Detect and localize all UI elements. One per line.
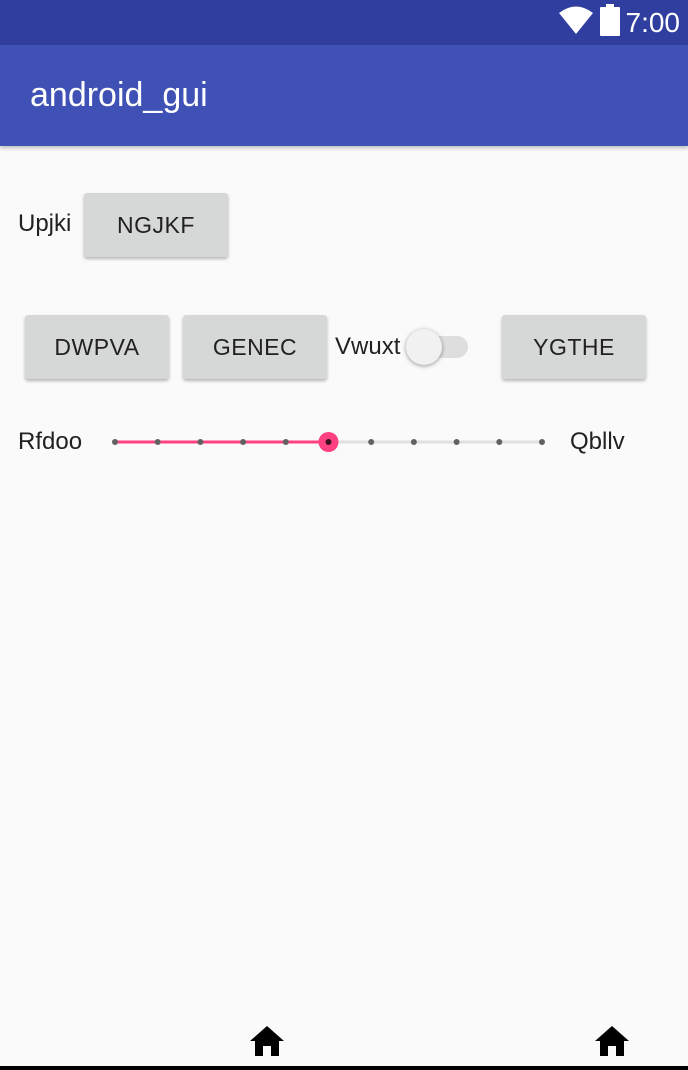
- seekbar-tick: [197, 439, 204, 445]
- seekbar-tick: [539, 439, 545, 445]
- genec-button[interactable]: GENEC: [183, 315, 327, 379]
- home-icon[interactable]: [594, 1025, 630, 1062]
- upjki-label: Upjki: [18, 210, 72, 237]
- seekbar-tick: [282, 439, 289, 445]
- battery-icon: [599, 4, 620, 41]
- status-bar: 7:00: [0, 0, 688, 45]
- discrete-seekbar[interactable]: [100, 422, 560, 462]
- seekbar-tick: [453, 439, 460, 445]
- vwuxt-switch-label: Vwuxt: [335, 333, 401, 360]
- app-bar: android_gui: [0, 45, 688, 146]
- dwpva-button[interactable]: DWPVA: [25, 315, 169, 379]
- seekbar-tick: [410, 439, 417, 445]
- seekbar-thumb-tick: [325, 439, 332, 445]
- seekbar-tick: [154, 439, 161, 445]
- rfdoo-label: Rfdoo: [18, 428, 83, 455]
- switch-thumb[interactable]: [406, 329, 442, 365]
- app-title: android_gui: [30, 76, 208, 114]
- seekbar-tick: [112, 439, 118, 445]
- seekbar-tick: [496, 439, 503, 445]
- ngjkf-button[interactable]: NGJKF: [84, 193, 228, 257]
- qbllv-label: Qbllv: [570, 428, 625, 455]
- status-icons: 7:00: [558, 0, 681, 45]
- status-time: 7:00: [625, 6, 681, 38]
- home-icon[interactable]: [249, 1025, 285, 1062]
- seekbar-tick: [240, 439, 247, 445]
- ygthe-button[interactable]: YGTHE: [502, 315, 646, 379]
- nav-bar: [0, 1066, 688, 1070]
- seekbar-tick: [368, 439, 375, 445]
- wifi-icon: [558, 5, 594, 40]
